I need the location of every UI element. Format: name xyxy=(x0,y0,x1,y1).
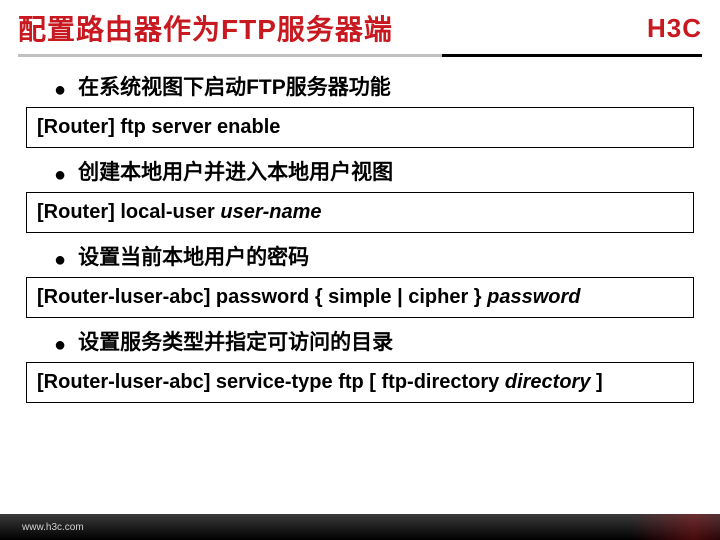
bullet-text: 创建本地用户并进入本地用户视图 xyxy=(78,156,393,186)
bullet-dot-icon: ● xyxy=(54,335,66,355)
bullet-dot-icon: ● xyxy=(54,250,66,270)
command-text: [Router-luser-abc] password { simple | c… xyxy=(37,286,487,308)
command-text: [Router-luser-abc] service-type ftp [ ft… xyxy=(37,371,505,393)
command-box: [Router-luser-abc] password { simple | c… xyxy=(26,277,694,318)
command-box: [Router] ftp server enable xyxy=(26,107,694,148)
slide-header: 配置路由器作为FTP服务器端 H3C xyxy=(0,0,720,48)
bullet-item: ● 创建本地用户并进入本地用户视图 xyxy=(54,156,694,186)
bullet-item: ● 在系统视图下启动FTP服务器功能 xyxy=(54,71,694,101)
bullet-dot-icon: ● xyxy=(54,165,66,185)
command-box: [Router] local-user user-name xyxy=(26,192,694,233)
bullet-text: 设置服务类型并指定可访问的目录 xyxy=(78,326,393,356)
bullet-item: ● 设置当前本地用户的密码 xyxy=(54,241,694,271)
title-underline xyxy=(18,54,702,57)
bullet-text: 在系统视图下启动FTP服务器功能 xyxy=(78,71,391,101)
bullet-item: ● 设置服务类型并指定可访问的目录 xyxy=(54,326,694,356)
bullet-dot-icon: ● xyxy=(54,80,66,100)
slide-title: 配置路由器作为FTP服务器端 xyxy=(18,8,393,48)
brand-logo: H3C xyxy=(647,13,702,44)
footer-accent xyxy=(630,514,720,540)
bullet-text: 设置当前本地用户的密码 xyxy=(78,241,309,271)
command-text: [Router] local-user xyxy=(37,201,220,223)
command-box: [Router-luser-abc] service-type ftp [ ft… xyxy=(26,362,694,403)
footer-url: www.h3c.com xyxy=(22,522,84,533)
command-param: directory xyxy=(505,371,591,393)
slide-content: ● 在系统视图下启动FTP服务器功能 [Router] ftp server e… xyxy=(0,71,720,403)
command-text: [Router] ftp server enable xyxy=(37,116,280,138)
command-text: ] xyxy=(590,371,602,393)
command-param: password xyxy=(487,286,580,308)
command-param: user-name xyxy=(220,201,321,223)
slide-footer: www.h3c.com xyxy=(0,514,720,540)
